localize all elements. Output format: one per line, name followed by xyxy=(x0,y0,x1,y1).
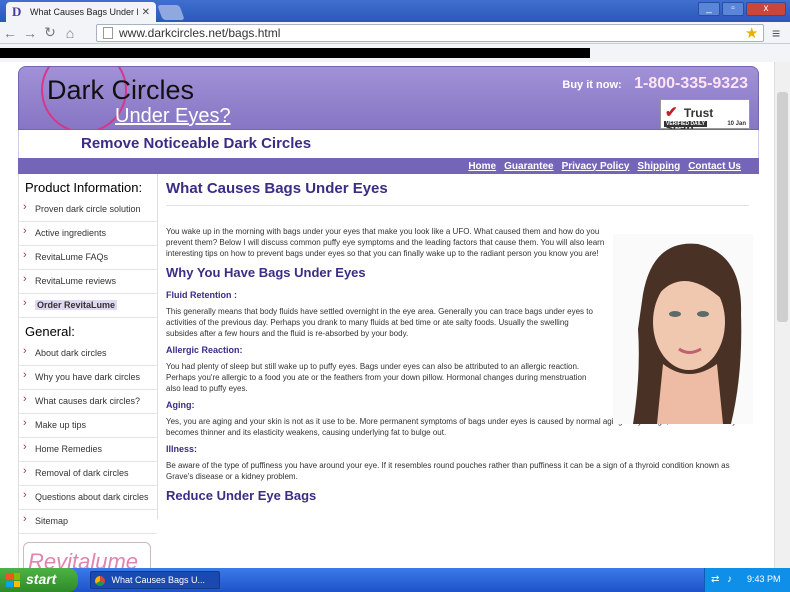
home-icon[interactable]: ⌂ xyxy=(60,25,80,41)
window-controls: _ ▫ x xyxy=(698,2,786,16)
trust-scan-badge[interactable]: ✔ Trust Scan VERIFIED DAILY 10 Jan xyxy=(660,99,750,129)
nav-contact-us[interactable]: Contact Us xyxy=(688,161,741,172)
section-reduce-heading: Reduce Under Eye Bags xyxy=(166,488,317,503)
reload-icon[interactable]: ↻ xyxy=(40,24,60,41)
nav-home[interactable]: Home xyxy=(468,161,496,172)
logo-main-text[interactable]: Dark Circles xyxy=(47,75,194,106)
taskbar-window-title: What Causes Bags U... xyxy=(111,575,206,585)
page-icon xyxy=(103,27,113,39)
tagline-bar: Remove Noticeable Dark Circles xyxy=(18,130,759,158)
sidebar-item-why[interactable]: Why you have dark circles xyxy=(19,366,157,390)
trust-date: 10 Jan xyxy=(727,121,746,127)
phone-number: 1-800-335-9323 xyxy=(634,75,748,92)
sidebar-item-questions[interactable]: Questions about dark circles xyxy=(19,486,157,510)
site-header: Dark Circles Under Eyes? Buy it now: 1-8… xyxy=(18,66,759,130)
sidebar-item-faqs[interactable]: RevitaLume FAQs xyxy=(19,246,157,270)
taskbar-window-item[interactable]: What Causes Bags U... xyxy=(90,571,220,589)
maximize-button[interactable]: ▫ xyxy=(722,2,744,16)
logo-sub-text[interactable]: Under Eyes? xyxy=(115,105,231,128)
page-scrollbar[interactable] xyxy=(774,62,790,568)
sidebar-item-active-ingredients[interactable]: Active ingredients xyxy=(19,222,157,246)
sidebar-product-heading: Product Information: xyxy=(25,180,143,195)
site-container: Dark Circles Under Eyes? Buy it now: 1-8… xyxy=(18,66,759,568)
allergic-paragraph: You had plenty of sleep but still wake u… xyxy=(166,362,587,393)
sidebar-item-reviews[interactable]: RevitaLume reviews xyxy=(19,270,157,294)
top-navigation: Home Guarantee Privacy Policy Shipping C… xyxy=(18,158,759,174)
system-tray: ⇄ ♪ 9:43 PM xyxy=(704,568,790,592)
illness-paragraph: Be aware of the type of puffiness you ha… xyxy=(166,461,730,481)
sidebar-item-remedies[interactable]: Home Remedies xyxy=(19,438,157,462)
main-content: What Causes Bags Under Eyes You wake up … xyxy=(157,174,757,519)
tab-close-icon[interactable]: ✕ xyxy=(142,7,150,18)
browser-toolbar: ← → ↻ ⌂ www.darkcircles.net/bags.html ★ … xyxy=(0,22,790,44)
sidebar: Product Information: Proven dark circle … xyxy=(19,174,157,568)
back-arrow-icon[interactable]: ← xyxy=(0,25,20,41)
close-window-button[interactable]: x xyxy=(746,2,786,16)
trust-verified: VERIFIED DAILY xyxy=(664,121,707,127)
content-area: Product Information: Proven dark circle … xyxy=(18,174,759,568)
clock[interactable]: 9:43 PM xyxy=(747,574,781,584)
nav-privacy-policy[interactable]: Privacy Policy xyxy=(562,161,630,172)
checkmark-icon: ✔ xyxy=(665,104,678,121)
revitalume-promo[interactable]: Revitalume xyxy=(23,542,151,568)
minimize-button[interactable]: _ xyxy=(698,2,720,16)
bookmark-star-icon[interactable]: ★ xyxy=(745,24,758,42)
buy-now: Buy it now: 1-800-335-9323 xyxy=(562,75,748,93)
address-bar[interactable]: www.darkcircles.net/bags.html xyxy=(96,24,764,42)
tagline-text: Remove Noticeable Dark Circles xyxy=(81,135,312,152)
sidebar-item-causes[interactable]: What causes dark circles? xyxy=(19,390,157,414)
menu-icon[interactable]: ≡ xyxy=(772,25,780,41)
bookmark-bar xyxy=(0,44,790,62)
sidebar-item-order[interactable]: Order RevitaLume xyxy=(19,294,157,318)
redacted-bar xyxy=(0,48,590,58)
sidebar-item-proven-solution[interactable]: Proven dark circle solution xyxy=(19,198,157,222)
scrollbar-thumb[interactable] xyxy=(777,92,788,322)
site-favicon-icon: D xyxy=(12,4,22,19)
intro-paragraph: You wake up in the morning with bags und… xyxy=(166,227,605,258)
browser-tab[interactable]: D What Causes Bags Under Ey ✕ xyxy=(6,2,156,22)
browser-tab-bar: D What Causes Bags Under Ey ✕ _ ▫ x xyxy=(0,0,790,22)
sidebar-item-makeup[interactable]: Make up tips xyxy=(19,414,157,438)
sidebar-item-sitemap[interactable]: Sitemap xyxy=(19,510,157,534)
tab-title: What Causes Bags Under Ey xyxy=(30,7,138,17)
taskbar: start What Causes Bags U... ⇄ ♪ 9:43 PM xyxy=(0,568,790,592)
url-text: www.darkcircles.net/bags.html xyxy=(119,26,281,40)
chrome-icon xyxy=(95,575,105,586)
buy-label: Buy it now: xyxy=(562,79,622,91)
fluid-paragraph: This generally means that body fluids ha… xyxy=(166,307,593,338)
volume-icon[interactable]: ♪ xyxy=(727,574,732,585)
windows-logo-icon xyxy=(6,573,20,587)
illness-heading: Illness: xyxy=(166,444,198,454)
new-tab-button[interactable] xyxy=(157,5,185,20)
woman-face-image xyxy=(613,234,753,424)
network-icon[interactable]: ⇄ xyxy=(711,574,719,585)
nav-guarantee[interactable]: Guarantee xyxy=(504,161,553,172)
sidebar-general-heading: General: xyxy=(25,324,75,339)
page-viewport: Dark Circles Under Eyes? Buy it now: 1-8… xyxy=(0,62,790,568)
nav-shipping[interactable]: Shipping xyxy=(637,161,680,172)
sidebar-item-removal[interactable]: Removal of dark circles xyxy=(19,462,157,486)
forward-arrow-icon[interactable]: → xyxy=(20,25,40,41)
page-title: What Causes Bags Under Eyes xyxy=(166,180,749,206)
sidebar-item-about[interactable]: About dark circles xyxy=(19,342,157,366)
start-label: start xyxy=(26,571,57,587)
